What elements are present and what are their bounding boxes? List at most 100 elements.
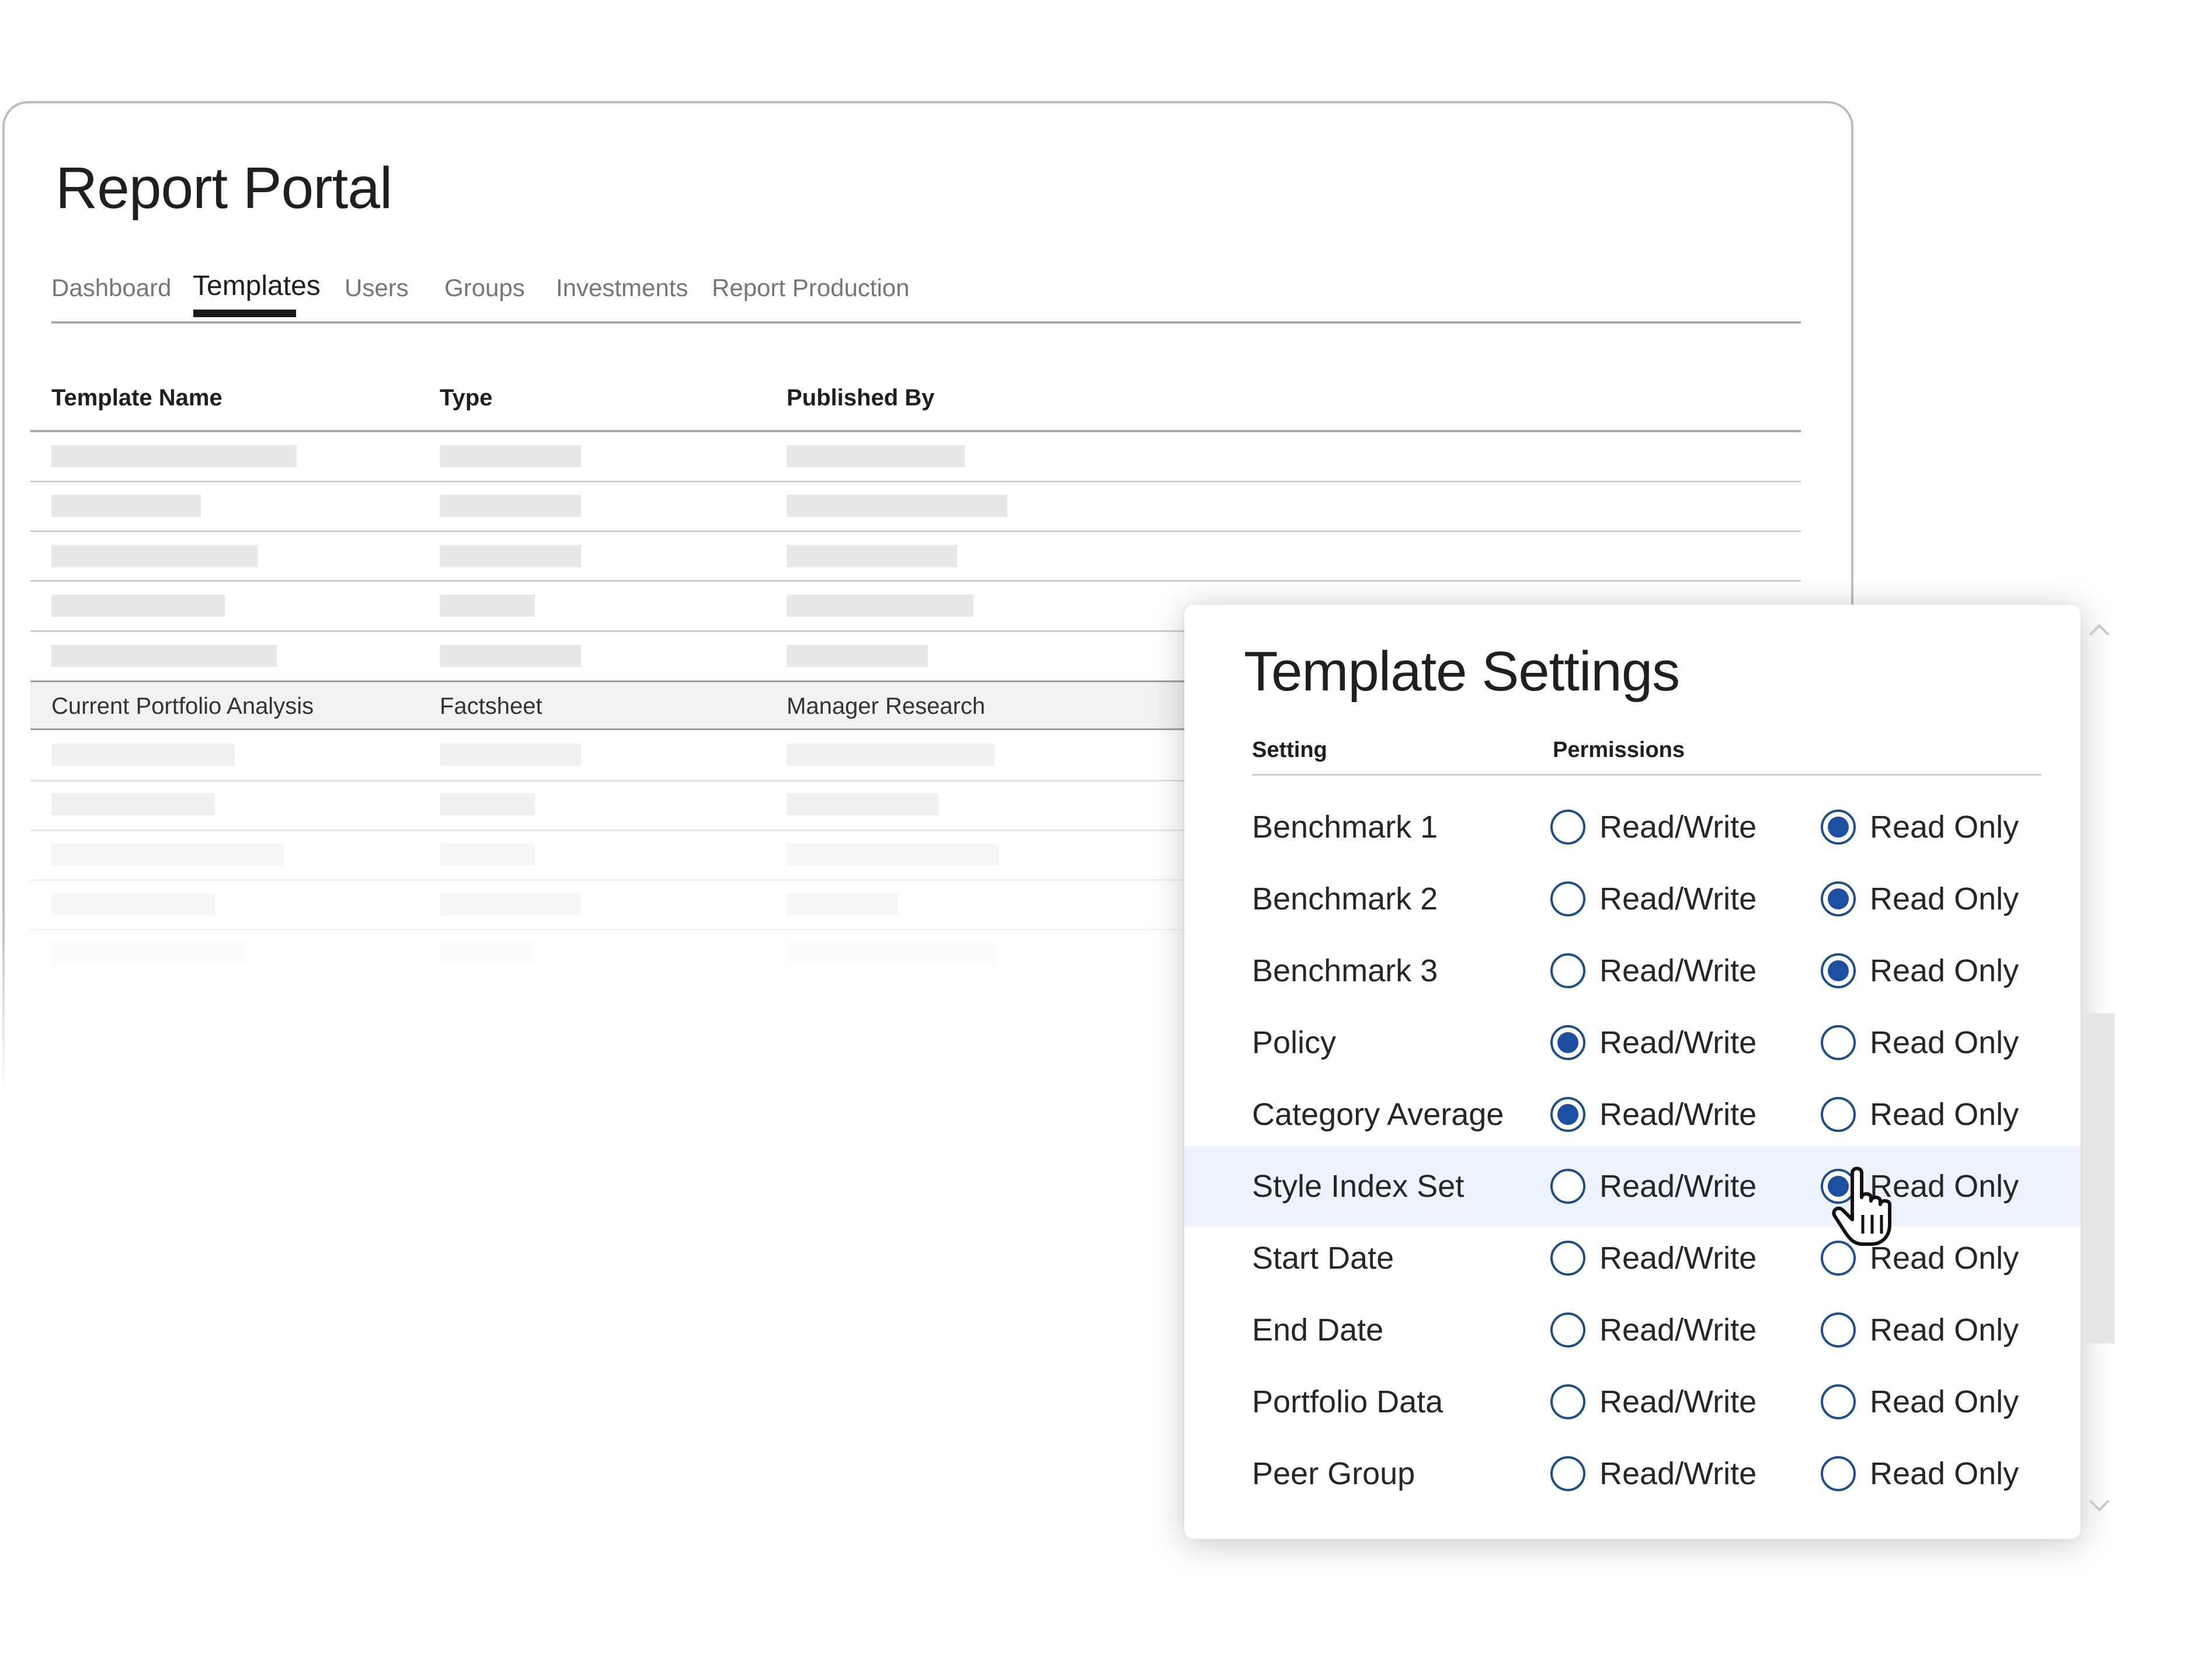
read-write-radio[interactable] [1550,881,1585,916]
scrollbar-thumb[interactable] [2084,1013,2114,1343]
read-write-option[interactable]: Read/Write [1550,1074,1757,1155]
option-label: Read/Write [1599,953,1757,988]
tab-groups[interactable]: Groups [444,270,525,305]
read-only-option[interactable]: Read Only [1821,1362,2019,1442]
read-only-radio[interactable] [1821,953,1856,988]
placeholder-cell [787,793,938,815]
setting-label: Benchmark 1 [1252,810,1438,845]
column-header-type[interactable]: Type [440,383,492,412]
placeholder-cell [440,943,535,965]
option-label: Read/Write [1599,1456,1757,1491]
read-only-radio[interactable] [1821,1312,1856,1348]
placeholder-cell [51,445,297,467]
setting-label: Benchmark 2 [1252,881,1438,916]
placeholder-cell [51,545,258,567]
read-only-radio[interactable] [1821,1097,1856,1132]
read-only-option[interactable]: Read Only [1821,1002,2019,1083]
read-write-radio[interactable] [1550,810,1585,845]
read-only-option[interactable]: Read Only [1821,787,2019,867]
read-write-option[interactable]: Read/Write [1550,1433,1757,1514]
settings-row: Benchmark 2 Read/Write Read Only [1184,859,2081,939]
read-write-option[interactable]: Read/Write [1550,859,1757,939]
row-divider [30,530,1801,532]
tab-templates[interactable]: Templates [193,269,321,304]
placeholder-cell [440,545,581,567]
placeholder-cell [787,645,928,667]
read-write-option[interactable]: Read/Write [1550,1002,1757,1083]
chevron-up-icon[interactable] [2086,617,2112,643]
read-write-radio[interactable] [1550,1025,1585,1060]
read-write-radio[interactable] [1550,1241,1585,1276]
option-label: Read Only [1870,1097,2019,1132]
read-only-option[interactable]: Read Only [1821,930,2019,1011]
read-only-option[interactable]: Read Only [1821,1433,2019,1514]
settings-row: Benchmark 1 Read/Write Read Only [1184,787,2081,867]
dialog-header-divider [1252,774,2041,776]
setting-label: Category Average [1252,1097,1504,1132]
option-label: Read/Write [1599,1384,1757,1419]
setting-label: Portfolio Data [1252,1384,1444,1419]
tab-users[interactable]: Users [345,270,409,305]
option-label: Read Only [1870,1384,2019,1419]
column-header-published-by[interactable]: Published By [787,383,934,412]
option-label: Read/Write [1599,810,1757,845]
setting-label: Start Date [1252,1241,1394,1276]
read-only-option[interactable]: Read Only [1821,1290,2019,1370]
row-divider [30,481,1801,482]
read-write-option[interactable]: Read/Write [1550,1362,1757,1442]
option-label: Read/Write [1599,1097,1757,1132]
setting-label: Peer Group [1252,1456,1415,1491]
read-write-radio[interactable] [1550,1169,1585,1204]
option-label: Read/Write [1599,1312,1757,1348]
placeholder-cell [51,793,215,815]
cell-type: Factsheet [440,693,542,719]
column-header-setting: Setting [1252,738,1327,762]
read-write-radio[interactable] [1550,1456,1585,1491]
setting-label: Style Index Set [1252,1169,1465,1204]
settings-row: Start Date Read/Write Read Only [1184,1218,2081,1298]
option-label: Read Only [1870,1312,2019,1348]
setting-label: Benchmark 3 [1252,953,1438,988]
placeholder-cell [787,893,898,915]
read-write-radio[interactable] [1550,1312,1585,1348]
settings-row: Category Average Read/Write Read Only [1184,1074,2081,1155]
read-write-option[interactable]: Read/Write [1550,1146,1757,1227]
read-only-radio[interactable] [1821,810,1856,845]
placeholder-cell [440,843,535,866]
chevron-down-icon[interactable] [2086,1492,2112,1518]
tab-report-production[interactable]: Report Production [712,270,910,305]
template-settings-dialog: Template Settings Setting Permissions Be… [1184,605,2081,1539]
column-header-template-name[interactable]: Template Name [51,383,222,412]
read-write-radio[interactable] [1550,1384,1585,1419]
tab-dashboard[interactable]: Dashboard [51,270,171,305]
placeholder-cell [440,445,581,467]
option-label: Read Only [1870,1025,2019,1060]
read-write-option[interactable]: Read/Write [1550,1218,1757,1298]
placeholder-cell [51,595,225,617]
read-write-radio[interactable] [1550,953,1585,988]
dialog-scrollbar[interactable] [2081,605,2116,1539]
placeholder-cell [51,843,284,866]
read-write-option[interactable]: Read/Write [1550,787,1757,867]
settings-row: Policy Read/Write Read Only [1184,1002,2081,1083]
read-only-option[interactable]: Read Only [1821,1074,2019,1155]
read-only-radio[interactable] [1821,1025,1856,1060]
dialog-title: Template Settings [1244,640,1680,703]
read-only-radio[interactable] [1821,881,1856,916]
read-only-radio[interactable] [1821,1384,1856,1419]
placeholder-cell [440,495,581,517]
read-only-radio[interactable] [1821,1456,1856,1491]
read-write-option[interactable]: Read/Write [1550,1290,1757,1370]
placeholder-cell [787,545,957,567]
read-write-radio[interactable] [1550,1097,1585,1132]
placeholder-cell [51,645,277,667]
page-title: Report Portal [55,155,392,221]
row-divider [30,580,1801,582]
option-label: Read/Write [1599,1169,1757,1204]
active-tab-indicator [193,310,296,317]
read-only-option[interactable]: Read Only [1821,859,2019,939]
read-write-option[interactable]: Read/Write [1550,930,1757,1011]
placeholder-cell [51,943,246,965]
tab-investments[interactable]: Investments [556,270,688,305]
settings-row: End Date Read/Write Read Only [1184,1290,2081,1370]
